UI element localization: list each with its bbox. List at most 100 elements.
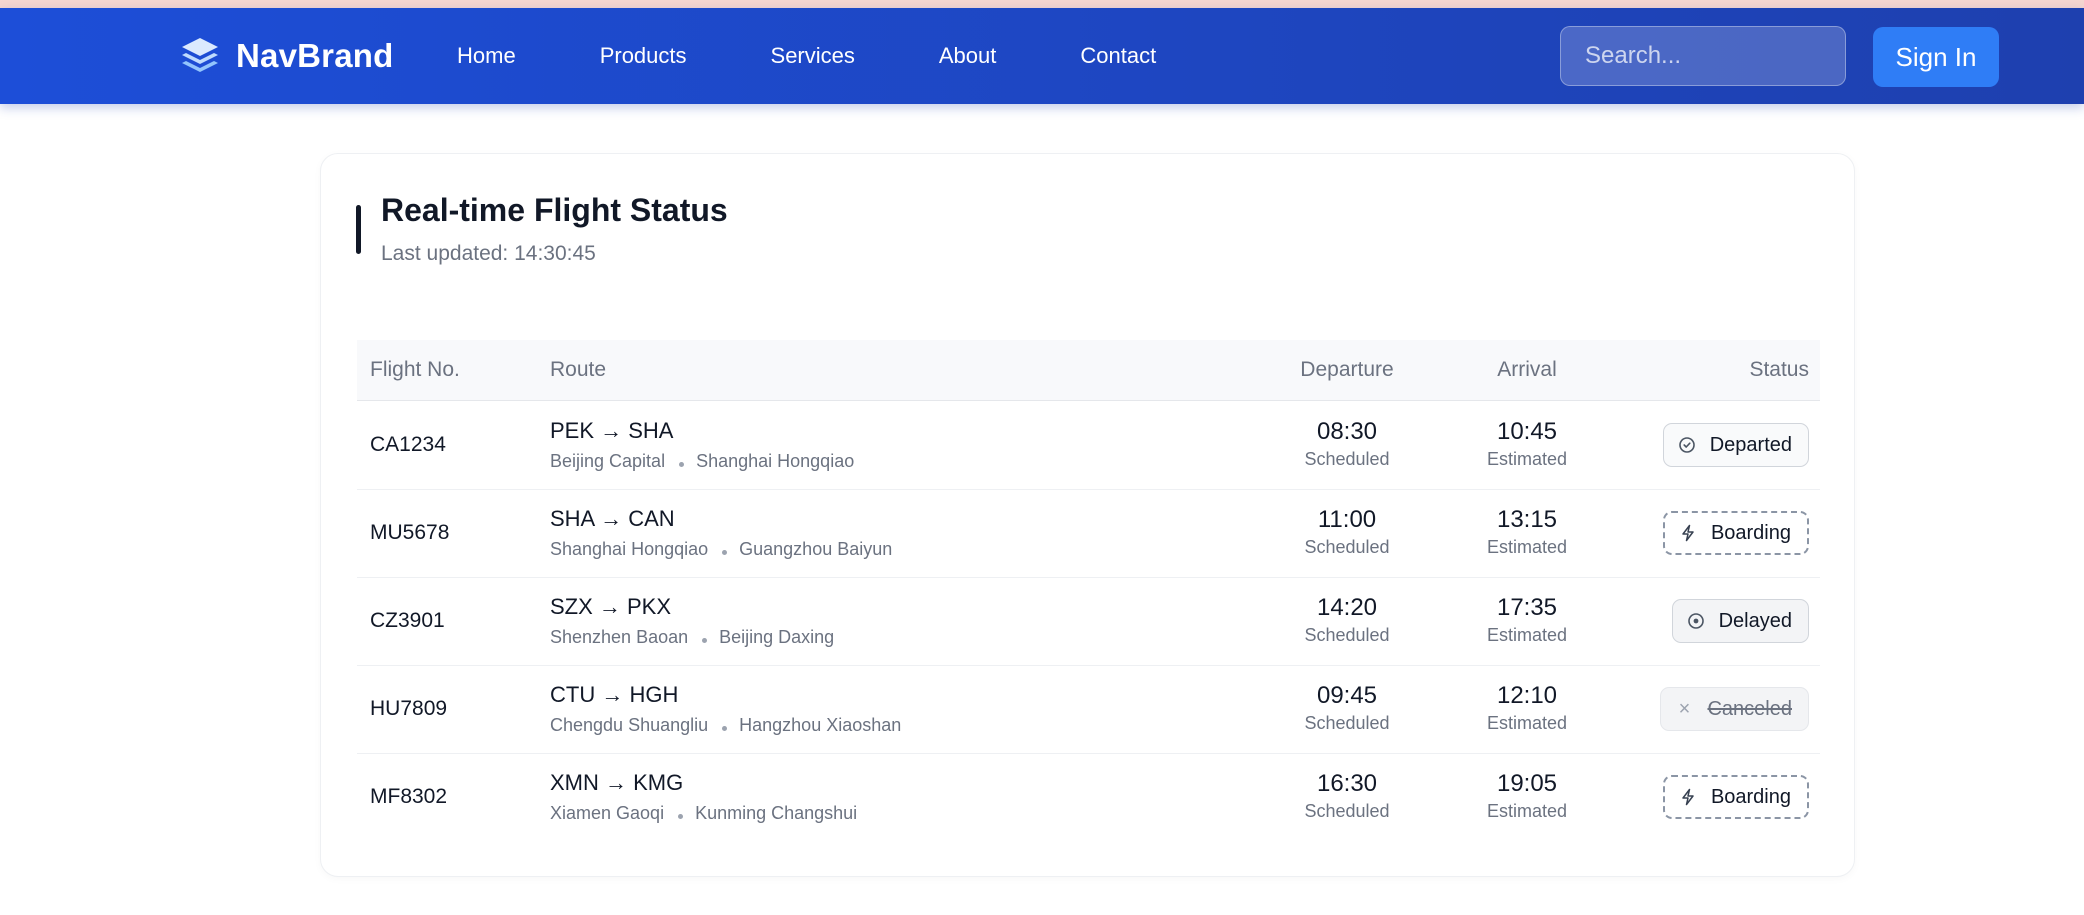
departure-cell: 16:30 Scheduled bbox=[1277, 769, 1417, 823]
nav-contact[interactable]: Contact bbox=[1080, 43, 1156, 69]
origin-airport: Beijing Capital bbox=[550, 451, 666, 471]
arrival-time: 13:15 bbox=[1496, 506, 1558, 533]
arrival-label: Estimated bbox=[1486, 449, 1568, 469]
flight-number: CZ3901 bbox=[370, 609, 445, 632]
departure-time: 09:45 bbox=[1316, 682, 1378, 709]
departure-time: 14:20 bbox=[1316, 594, 1378, 621]
route-codes: SHA → CAN bbox=[550, 506, 675, 531]
arrival-label: Estimated bbox=[1486, 713, 1568, 733]
header-departure: Departure bbox=[1300, 358, 1394, 381]
arrival-cell: 19:05 Estimated bbox=[1457, 769, 1597, 823]
flight-number: CA1234 bbox=[370, 433, 446, 456]
departure-time: 11:00 bbox=[1317, 506, 1377, 533]
separator-dot bbox=[679, 462, 685, 467]
table-header: Flight No. Route Departure Arrival Statu… bbox=[357, 340, 1820, 401]
departure-time: 08:30 bbox=[1316, 418, 1378, 445]
separator-dot bbox=[722, 550, 728, 555]
brand-name: NavBrand bbox=[236, 37, 394, 74]
nav-services[interactable]: Services bbox=[771, 43, 855, 69]
status-badge: Boarding bbox=[1662, 511, 1809, 555]
arrival-cell: 12:10 Estimated bbox=[1457, 681, 1597, 735]
arrival-label: Estimated bbox=[1486, 537, 1568, 557]
route-codes: SZX → PKX bbox=[550, 594, 672, 619]
header-status: Status bbox=[1749, 358, 1809, 381]
sign-in-button[interactable]: Sign In bbox=[1873, 27, 1999, 87]
destination-airport: Beijing Daxing bbox=[719, 627, 835, 647]
close-icon: × bbox=[1678, 698, 1691, 720]
layers-logo-icon bbox=[182, 38, 218, 72]
top-accent-line bbox=[0, 0, 2084, 8]
departure-cell: 11:00 Scheduled bbox=[1277, 505, 1417, 559]
route-codes: PEK → SHA bbox=[550, 418, 674, 443]
arrival-time: 17:35 bbox=[1496, 594, 1558, 621]
departure-time: 16:30 bbox=[1316, 770, 1378, 797]
route-codes: CTU → HGH bbox=[550, 682, 679, 707]
departure-cell: 09:45 Scheduled bbox=[1277, 681, 1417, 735]
title-accent-bar bbox=[356, 205, 361, 254]
header-arrival: Arrival bbox=[1497, 358, 1557, 381]
origin-airport: Shanghai Hongqiao bbox=[550, 539, 709, 559]
clock-circle-icon bbox=[1678, 437, 1695, 453]
lightning-icon bbox=[1682, 788, 1694, 806]
flight-number: HU7809 bbox=[370, 697, 448, 720]
separator-dot bbox=[702, 638, 708, 643]
arrival-time: 10:45 bbox=[1496, 418, 1558, 445]
departure-cell: 08:30 Scheduled bbox=[1277, 417, 1417, 471]
route-airports: Shenzhen Baoan Beijing Daxing bbox=[550, 627, 834, 648]
nav-about[interactable]: About bbox=[939, 43, 997, 69]
arrival-cell: 17:35 Estimated bbox=[1457, 593, 1597, 647]
destination-airport: Kunming Changshui bbox=[695, 803, 858, 823]
origin-airport: Xiamen Gaoqi bbox=[550, 803, 665, 823]
table-row[interactable]: MU5678 SHA → CAN Shanghai Hongqiao Guang… bbox=[357, 489, 1820, 578]
status-badge: Delayed bbox=[1671, 599, 1809, 643]
departure-cell: 14:20 Scheduled bbox=[1277, 593, 1417, 647]
header-flight-no: Flight No. bbox=[370, 358, 460, 381]
arrival-time: 19:05 bbox=[1496, 770, 1558, 797]
status-badge: × Canceled bbox=[1660, 687, 1809, 731]
arrival-cell: 10:45 Estimated bbox=[1457, 417, 1597, 471]
status-label: Boarding bbox=[1710, 785, 1791, 808]
header-route: Route bbox=[550, 358, 607, 381]
departure-label: Scheduled bbox=[1304, 449, 1390, 469]
destination-airport: Hangzhou Xiaoshan bbox=[739, 715, 902, 735]
lightning-icon bbox=[1682, 524, 1694, 542]
flight-number: MU5678 bbox=[370, 521, 450, 544]
search-input[interactable] bbox=[1560, 26, 1846, 86]
last-updated: Last updated: 14:30:45 bbox=[381, 242, 596, 265]
table-row[interactable]: CA1234 PEK → SHA Beijing Capital Shangha… bbox=[357, 401, 1820, 490]
flight-number: MF8302 bbox=[370, 785, 448, 808]
route-airports: Beijing Capital Shanghai Hongqiao bbox=[550, 451, 854, 472]
departure-label: Scheduled bbox=[1304, 537, 1390, 557]
arrival-label: Estimated bbox=[1486, 625, 1568, 645]
destination-airport: Shanghai Hongqiao bbox=[696, 451, 855, 471]
route-codes: XMN → KMG bbox=[550, 770, 684, 795]
target-circle-icon bbox=[1687, 613, 1704, 629]
route-airports: Chengdu Shuangliu Hangzhou Xiaoshan bbox=[550, 715, 901, 736]
status-badge: Departed bbox=[1662, 423, 1809, 467]
navbar: NavBrand Home Products Services About Co… bbox=[0, 8, 2084, 104]
status-label: Delayed bbox=[1718, 609, 1792, 632]
table-row[interactable]: MF8302 XMN → KMG Xiamen Gaoqi Kunming Ch… bbox=[357, 753, 1820, 841]
arrival-time: 12:10 bbox=[1496, 682, 1558, 709]
separator-dot bbox=[678, 814, 684, 819]
nav-products[interactable]: Products bbox=[600, 43, 687, 69]
status-badge: Boarding bbox=[1662, 775, 1809, 819]
arrival-cell: 13:15 Estimated bbox=[1457, 505, 1597, 559]
separator-dot bbox=[722, 726, 728, 731]
arrival-label: Estimated bbox=[1486, 801, 1568, 821]
route-airports: Shanghai Hongqiao Guangzhou Baiyun bbox=[550, 539, 892, 560]
origin-airport: Shenzhen Baoan bbox=[550, 627, 689, 647]
brand[interactable]: NavBrand bbox=[180, 36, 393, 76]
status-label: Canceled bbox=[1707, 697, 1792, 720]
departure-label: Scheduled bbox=[1304, 713, 1390, 733]
departure-label: Scheduled bbox=[1304, 801, 1390, 821]
page-title: Real-time Flight Status bbox=[381, 192, 728, 228]
destination-airport: Guangzhou Baiyun bbox=[739, 539, 893, 559]
departure-label: Scheduled bbox=[1304, 625, 1390, 645]
table-row[interactable]: HU7809 CTU → HGH Chengdu Shuangliu Hangz… bbox=[357, 665, 1820, 754]
nav-links: Home Products Services About Contact bbox=[457, 8, 1240, 104]
table-row[interactable]: CZ3901 SZX → PKX Shenzhen Baoan Beijing … bbox=[357, 577, 1820, 666]
flight-status-card: Real-time Flight Status Last updated: 14… bbox=[320, 153, 1855, 877]
origin-airport: Chengdu Shuangliu bbox=[550, 715, 709, 735]
nav-home[interactable]: Home bbox=[457, 43, 516, 69]
